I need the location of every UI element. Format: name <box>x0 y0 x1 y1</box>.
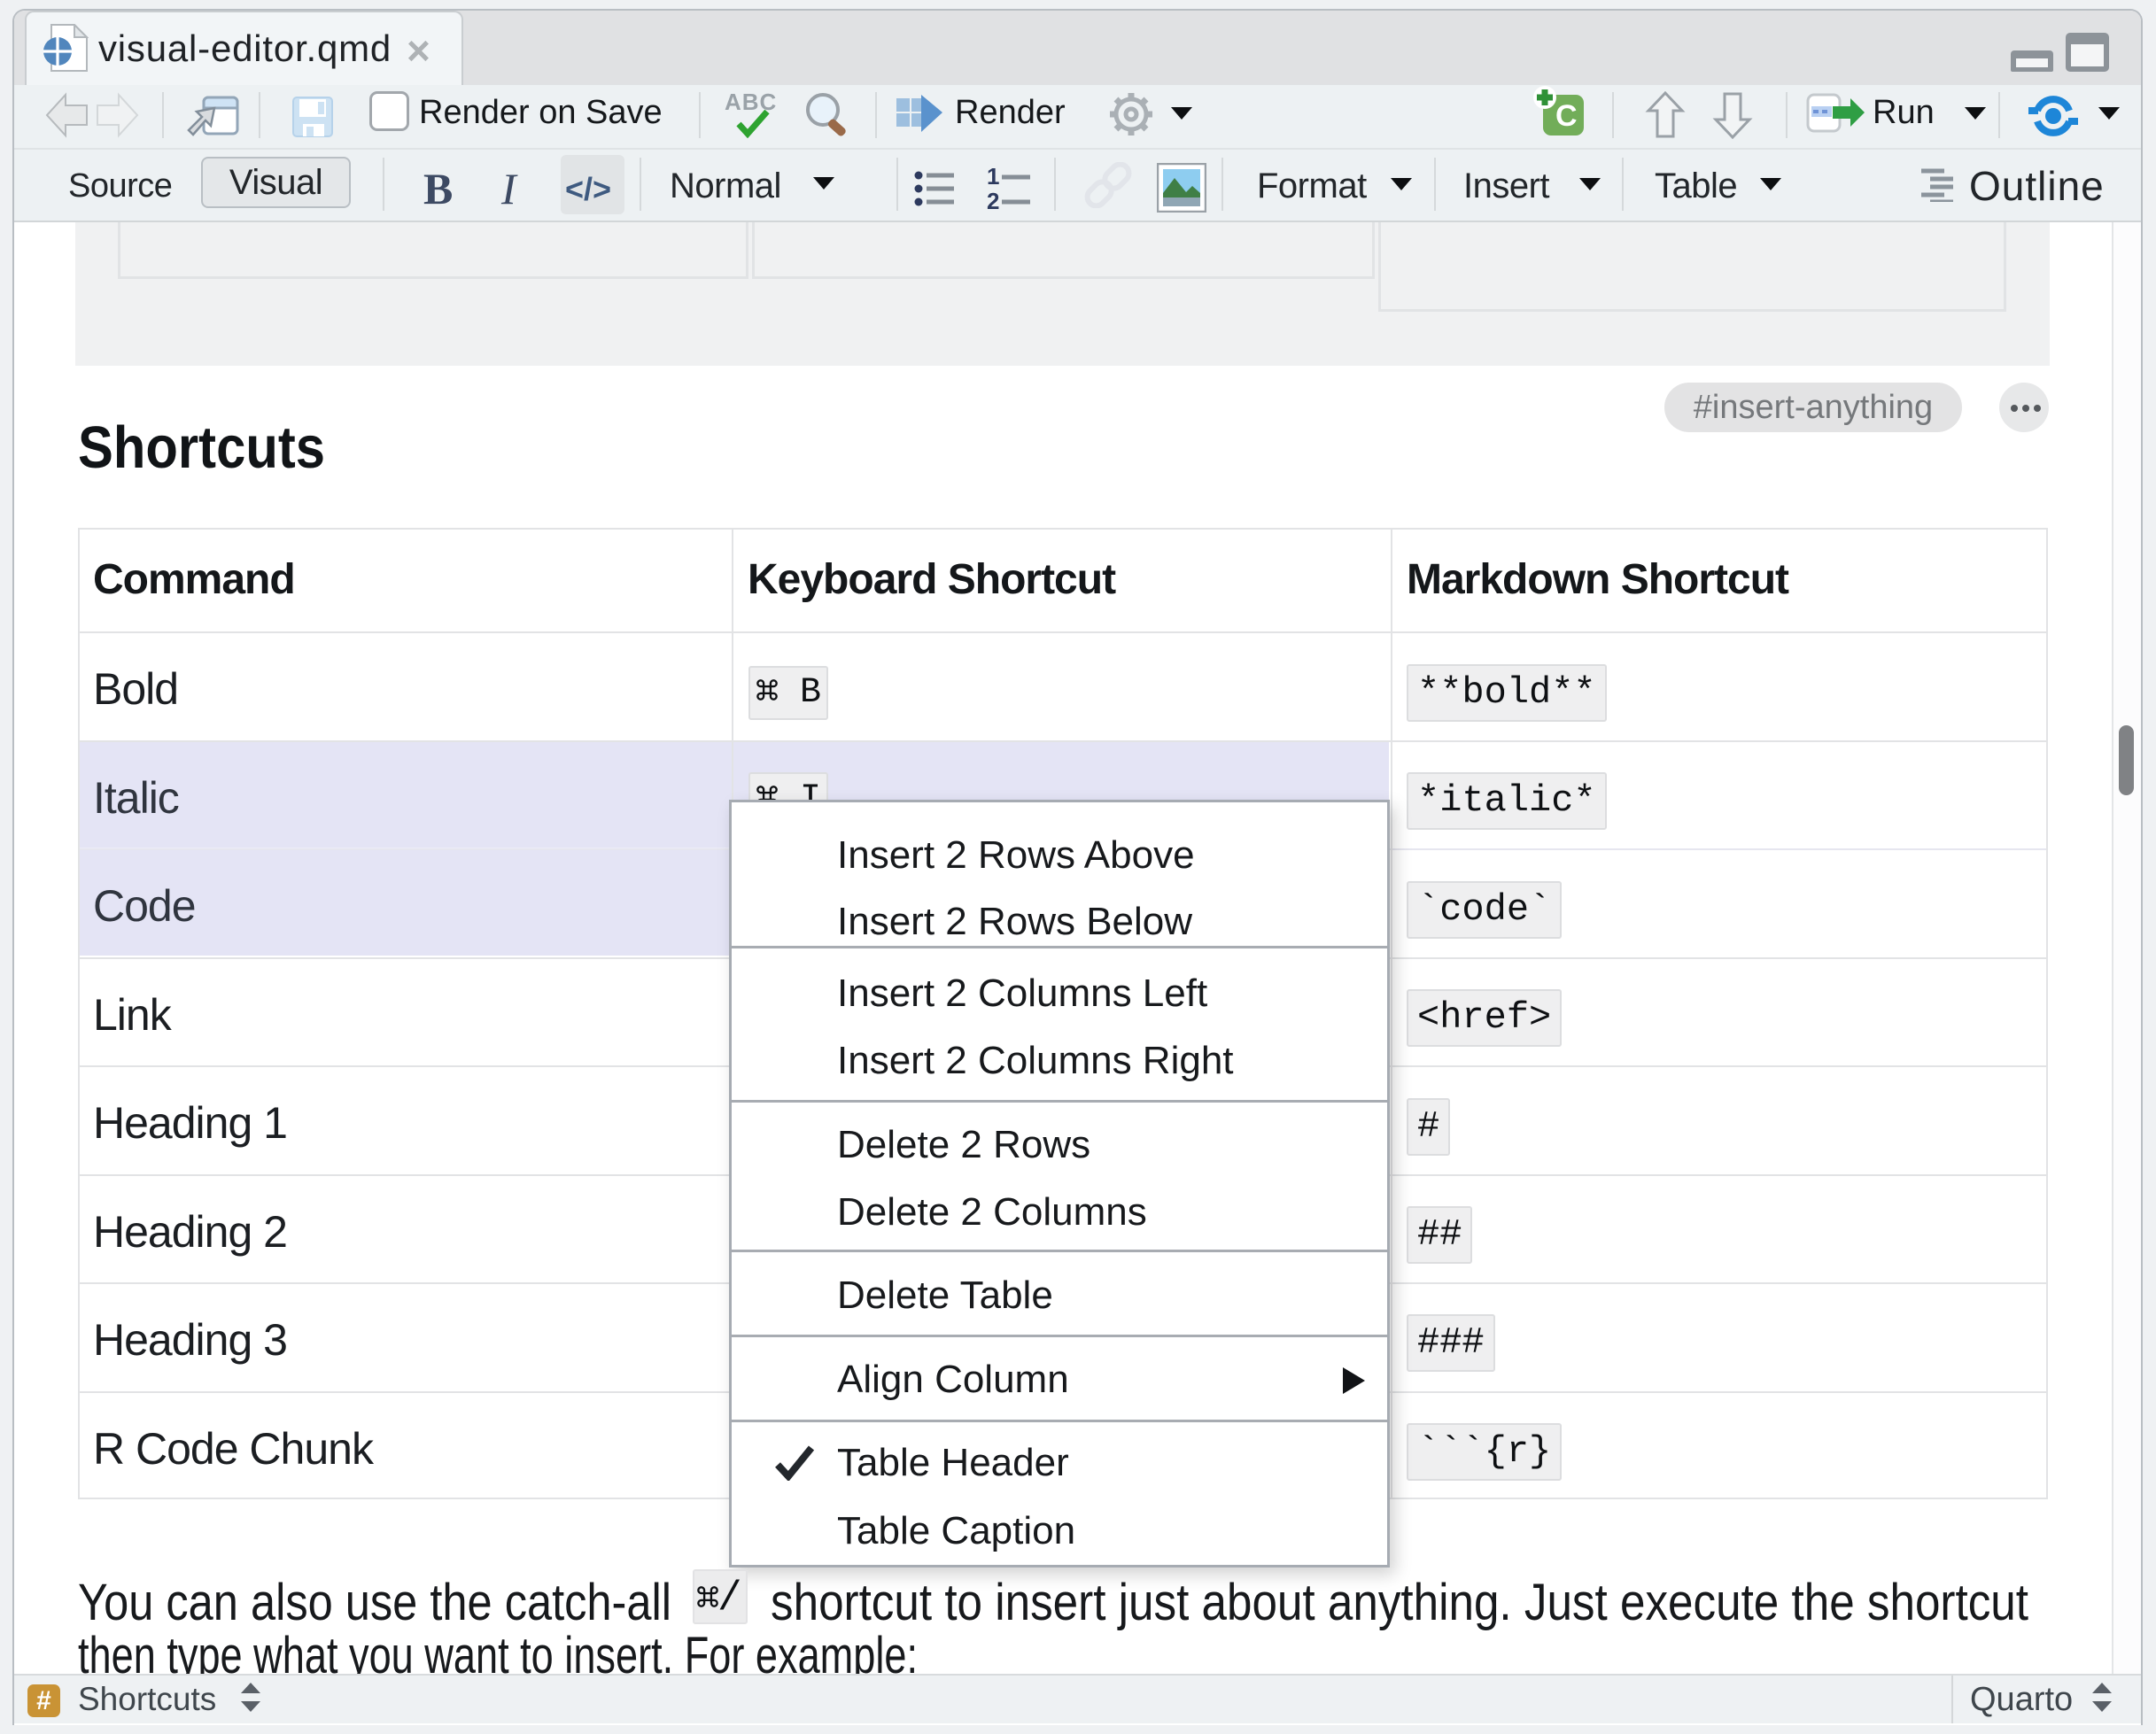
svg-text:C: C <box>1555 99 1578 133</box>
svg-text:2: 2 <box>987 188 999 211</box>
svg-text:1: 1 <box>987 166 999 190</box>
svg-text:Shortcuts: Shortcuts <box>78 414 325 481</box>
svg-text:You can also use the catch-all: You can also use the catch-all <box>78 1574 671 1631</box>
svg-text:then type what you want to ins: then type what you want to insert. For e… <box>78 1627 918 1678</box>
svg-text:shortcut to insert just about: shortcut to insert just about anything. … <box>771 1574 2028 1631</box>
